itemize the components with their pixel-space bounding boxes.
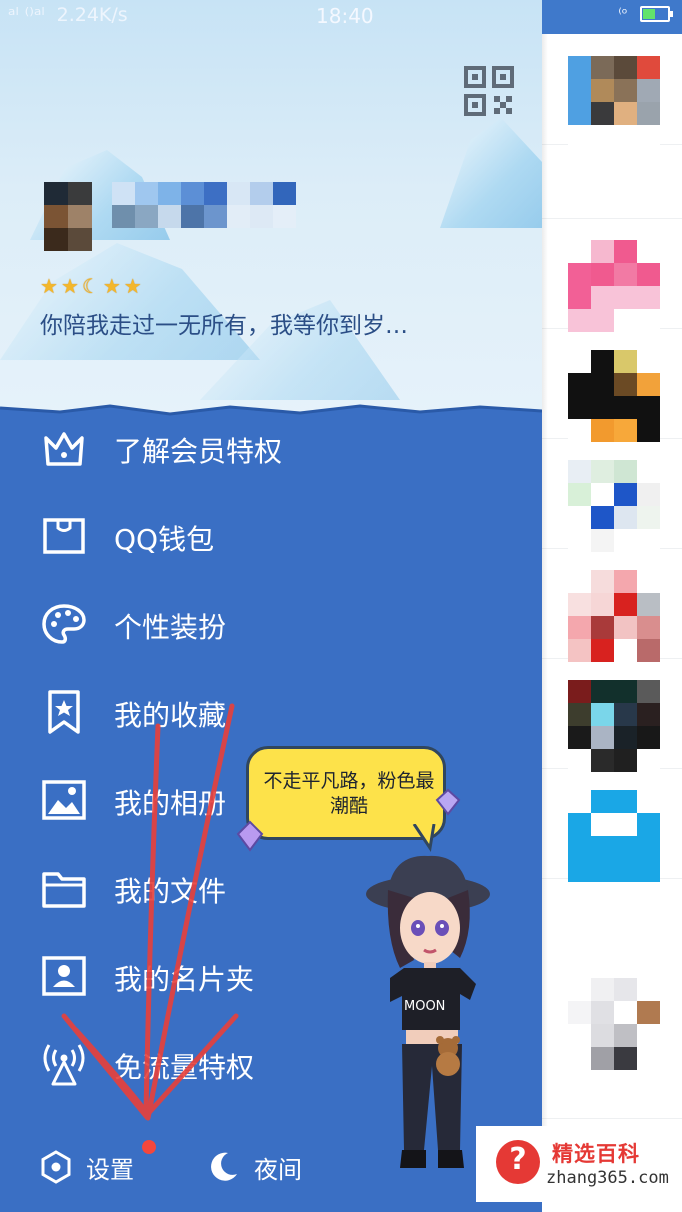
battery-icon [640, 6, 673, 22]
chat-list-pane [542, 0, 682, 1212]
signal-tower-icon [43, 1044, 85, 1086]
chat-list-item[interactable] [542, 658, 682, 772]
settings-label: 设置 [86, 1156, 134, 1184]
iceberg-decoration [440, 118, 542, 228]
question-mark: ? [509, 1142, 527, 1177]
palette-icon [42, 604, 86, 644]
bookmark-star-icon [48, 690, 80, 734]
watermark-name: 精选百科 [552, 1142, 640, 1166]
chat-avatar [568, 570, 660, 662]
chat-avatar [568, 240, 660, 332]
bubble-text: 不走平凡路，粉色最潮酷 [263, 770, 435, 817]
level-star-icon: ★ [102, 274, 121, 298]
chat-list-item[interactable] [542, 548, 682, 662]
night-label: 夜间 [254, 1156, 302, 1184]
menu-item-label: 我的文件 [114, 875, 227, 908]
drawer-bottom-bar: 设置 夜间 [0, 1136, 542, 1196]
chat-avatar [568, 350, 660, 442]
menu-item-favorites[interactable]: 我的收藏 [0, 674, 542, 748]
chat-list-item[interactable] [542, 328, 682, 442]
chat-list-item[interactable] [542, 438, 682, 552]
level-badges: ★ ★ ☾ ★ ★ [40, 276, 142, 296]
level-moon-icon: ☾ [81, 274, 100, 298]
chat-avatar [568, 790, 660, 882]
gem-decoration-icon [435, 788, 461, 816]
folder-icon [42, 872, 86, 908]
qr-code-icon[interactable] [464, 66, 514, 116]
level-star-icon: ★ [123, 274, 142, 298]
nickname-mosaic [112, 182, 296, 228]
menu-item-themes[interactable]: 个性装扮 [0, 586, 542, 660]
chat-avatar [568, 460, 660, 552]
menu-item-label: 了解会员特权 [114, 435, 283, 468]
side-drawer: ★ ★ ☾ ★ ★ 你陪我走过一无所有，我等你到岁… 了解会员特权 QQ钱包 个… [0, 0, 542, 1212]
menu-item-label: QQ钱包 [114, 523, 215, 556]
watermark-url: zhang365.com [546, 1168, 669, 1188]
avatar[interactable] [44, 182, 92, 252]
status-left: ᵃˡ ⁽⁾ᵃˡ 2.24K/s [8, 4, 128, 26]
menu-item-label: 个性装扮 [114, 611, 227, 644]
chat-avatar [568, 680, 660, 772]
menu-item-vip[interactable]: 了解会员特权 [0, 410, 542, 484]
svg-text:MOON: MOON [404, 999, 445, 1014]
chat-list-item[interactable] [542, 34, 682, 148]
menu-item-label: 免流量特权 [114, 1051, 255, 1084]
night-mode-button[interactable]: 夜间 [208, 1144, 338, 1188]
level-star-icon: ★ [40, 274, 58, 298]
chat-avatar [568, 56, 660, 148]
bubble-tail [412, 824, 436, 852]
contact-card-icon [42, 956, 86, 996]
status-right: ⁽ᵒ [618, 6, 673, 22]
chat-list-item[interactable] [542, 768, 682, 882]
chat-list-item[interactable] [542, 878, 682, 1119]
wifi-indicator: ⁽ᵒ [618, 6, 628, 22]
gem-decoration-icon [236, 820, 264, 852]
moon-icon [211, 1152, 237, 1181]
battery-fill [643, 9, 655, 19]
wallet-icon [43, 518, 85, 554]
clock: 18:40 [316, 4, 374, 28]
chat-list-item[interactable] [542, 144, 682, 219]
profile-header: ★ ★ ☾ ★ ★ 你陪我走过一无所有，我等你到岁… [0, 0, 542, 420]
menu-item-label: 我的相册 [114, 787, 227, 820]
notification-dot [142, 1140, 156, 1154]
level-star-icon: ★ [60, 274, 79, 298]
menu-item-label: 我的名片夹 [114, 963, 255, 996]
menu-item-label: 我的收藏 [114, 699, 227, 732]
signal-indicator: ᵃˡ ⁽⁾ᵃˡ [8, 4, 45, 26]
crown-icon [44, 432, 84, 466]
chat-list-item[interactable] [542, 218, 682, 332]
menu-item-wallet[interactable]: QQ钱包 [0, 498, 542, 572]
drawer-shadow [542, 34, 548, 1134]
site-watermark: ? 精选百科 zhang365.com [476, 1126, 682, 1202]
settings-hexagon-icon [41, 1150, 71, 1184]
chat-avatar [568, 978, 660, 1070]
personal-signature[interactable]: 你陪我走过一无所有，我等你到岁… [40, 306, 408, 340]
network-speed: 2.24K/s [56, 4, 128, 26]
status-bar: ᵃˡ ⁽⁾ᵃˡ 2.24K/s 18:40 ⁽ᵒ [0, 0, 682, 34]
photo-icon [42, 780, 86, 820]
